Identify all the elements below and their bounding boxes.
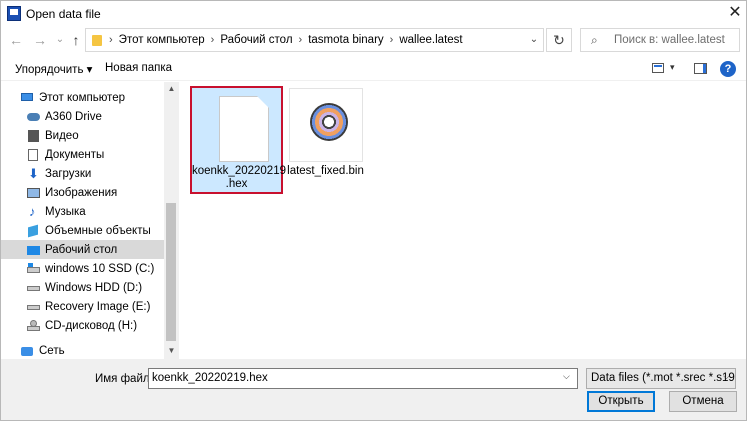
chevron-down-icon[interactable]: ⌵ <box>563 371 570 382</box>
sidebar-item-label: Музыка <box>45 205 86 218</box>
sidebar-item-a360-drive[interactable]: A360 Drive <box>1 107 164 126</box>
chevron-down-icon[interactable]: ⌄ <box>526 32 542 48</box>
document-icon <box>219 96 269 162</box>
sidebar-item-music[interactable]: ♪ Музыка <box>1 202 164 221</box>
open-button[interactable]: Открыть <box>587 391 655 412</box>
sidebar-item-label: Windows HDD (D:) <box>45 281 143 294</box>
file-thumbnail <box>289 88 363 162</box>
sidebar-item-label: Сеть <box>39 344 65 357</box>
sidebar-item-label: Этот компьютер <box>39 91 125 104</box>
computer-icon <box>21 92 34 104</box>
view-options-icon[interactable] <box>652 63 664 73</box>
sidebar-item-label: Объемные объекты <box>45 224 151 237</box>
drive-icon <box>27 301 40 313</box>
sidebar-item-drive-e[interactable]: Recovery Image (E:) <box>1 297 164 316</box>
filename-input[interactable]: koenkk_20220219.hex <box>148 368 578 389</box>
search-placeholder: Поиск в: wallee.latest <box>614 34 725 46</box>
sidebar-item-label: A360 Drive <box>45 110 102 123</box>
command-toolbar: Упорядочить ▾ Новая папка ▾ ? <box>1 58 746 81</box>
file-type-select[interactable]: Data files (*.mot *.srec *.s19 *.s2 <box>586 368 736 389</box>
sidebar-item-label: Видео <box>45 129 79 142</box>
scrollbar-thumb[interactable] <box>166 203 176 341</box>
breadcrumb-this-pc[interactable]: Этот компьютер <box>114 34 210 46</box>
file-name-line: .hex <box>225 178 248 190</box>
window-title: Open data file <box>26 7 101 21</box>
network-icon <box>21 345 34 357</box>
music-icon: ♪ <box>29 203 36 219</box>
sidebar-item-label: Recovery Image (E:) <box>45 300 151 313</box>
sidebar-item-this-pc[interactable]: Этот компьютер <box>1 88 164 107</box>
file-name: latest_fixed.bin <box>281 165 370 178</box>
breadcrumb: › Этот компьютер › Рабочий стол › tasmot… <box>108 34 468 46</box>
file-item[interactable]: koenkk_20220219 .hex <box>190 86 286 194</box>
desktop-icon <box>27 244 40 256</box>
sidebar-item-drive-d[interactable]: Windows HDD (D:) <box>1 278 164 297</box>
chevron-down-icon[interactable]: ⌵ <box>723 371 730 382</box>
disc-icon <box>310 103 348 141</box>
help-icon[interactable]: ? <box>720 61 736 77</box>
file-list: koenkk_20220219 .hex latest_fixed.bin <box>181 82 746 359</box>
search-input[interactable]: ⌕ Поиск в: wallee.latest <box>580 28 740 52</box>
sidebar-item-documents[interactable]: Документы <box>1 145 164 164</box>
downloads-icon: ⬇ <box>28 165 39 181</box>
file-name-line: latest_fixed.bin <box>287 165 364 177</box>
cloud-drive-icon <box>27 111 40 123</box>
sidebar-item-drive-c[interactable]: windows 10 SSD (C:) <box>1 259 164 278</box>
search-icon: ⌕ <box>591 33 598 47</box>
sidebar-item-video[interactable]: Видео <box>1 126 164 145</box>
sidebar-item-desktop[interactable]: Рабочий стол <box>1 240 164 259</box>
documents-icon <box>27 148 40 161</box>
scroll-up-icon[interactable]: ▲ <box>164 82 179 96</box>
app-icon <box>7 6 21 21</box>
dialog-footer: Имя файла: koenkk_20220219.hex ⌵ Data fi… <box>1 359 746 420</box>
cd-drive-icon <box>27 319 40 332</box>
close-button[interactable]: ✕ <box>725 3 745 23</box>
drive-icon <box>27 282 40 294</box>
sidebar-item-label: CD-дисковод (H:) <box>45 319 138 332</box>
sidebar-item-label: Документы <box>45 148 105 161</box>
sidebar-item-label: windows 10 SSD (C:) <box>45 262 155 275</box>
file-name-line: koenkk_20220219 <box>192 165 286 177</box>
breadcrumb-desktop[interactable]: Рабочий стол <box>215 34 297 46</box>
pictures-icon <box>27 187 40 199</box>
windows-drive-icon <box>27 262 40 275</box>
view-dropdown-icon[interactable]: ▾ <box>670 62 675 73</box>
sidebar-item-pictures[interactable]: Изображения <box>1 183 164 202</box>
file-name: koenkk_20220219 .hex <box>192 165 286 191</box>
open-file-dialog: Open data file ✕ ← → ⌄ ↑ › Этот компьюте… <box>0 0 747 421</box>
cancel-button[interactable]: Отмена <box>669 391 737 412</box>
breadcrumb-wallee-latest[interactable]: wallee.latest <box>394 34 467 46</box>
video-icon <box>27 129 40 142</box>
up-button[interactable]: ↑ <box>67 31 85 49</box>
sidebar-item-drive-h[interactable]: CD-дисковод (H:) <box>1 316 164 335</box>
address-bar[interactable]: › Этот компьютер › Рабочий стол › tasmot… <box>85 28 544 52</box>
new-folder-button[interactable]: Новая папка <box>105 62 172 74</box>
folder-icon <box>92 35 102 46</box>
scroll-down-icon[interactable]: ▼ <box>164 344 179 358</box>
back-button[interactable]: ← <box>7 31 25 49</box>
sidebar-item-network[interactable]: Сеть <box>1 341 164 360</box>
sidebar-item-label: Рабочий стол <box>45 243 118 256</box>
forward-button[interactable]: → <box>31 31 49 49</box>
file-item[interactable]: latest_fixed.bin <box>287 88 376 192</box>
sidebar-item-label: Изображения <box>45 186 118 199</box>
sidebar-item-label: Загрузки <box>45 167 92 180</box>
organize-button[interactable]: Упорядочить ▾ <box>15 62 92 76</box>
3d-objects-icon <box>27 224 40 237</box>
breadcrumb-tasmota-binary[interactable]: tasmota binary <box>303 34 388 46</box>
refresh-button[interactable]: ↻ <box>546 28 572 52</box>
title-bar: Open data file ✕ <box>1 1 746 27</box>
navigation-pane: Этот компьютер A360 Drive Видео Документ… <box>1 82 179 359</box>
sidebar-item-downloads[interactable]: ⬇ Загрузки <box>1 164 164 183</box>
sidebar-item-3d-objects[interactable]: Объемные объекты <box>1 221 164 240</box>
preview-pane-icon[interactable] <box>694 63 707 74</box>
